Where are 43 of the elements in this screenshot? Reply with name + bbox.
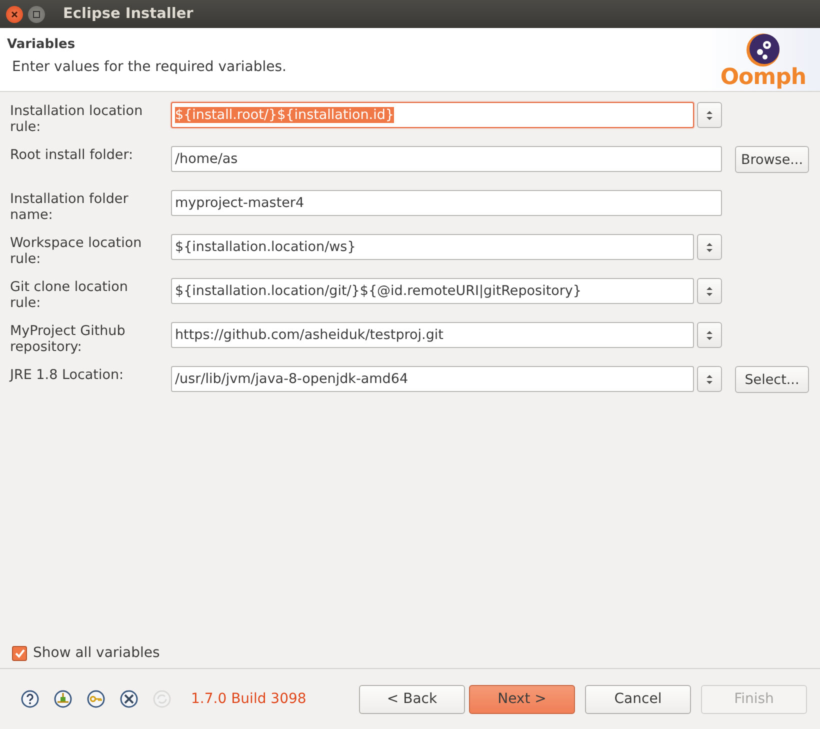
spinner-icon: [706, 110, 713, 120]
spinner-icon: [706, 242, 713, 252]
logo-text: Oomph: [720, 67, 806, 89]
field-label: MyProject Github repository:: [10, 322, 126, 355]
dropdown-button[interactable]: [697, 234, 722, 260]
input-field[interactable]: /usr/lib/jvm/java-8-openjdk-amd64: [171, 366, 694, 392]
input-field[interactable]: /home/as: [171, 146, 722, 172]
window-title: Eclipse Installer: [63, 6, 194, 22]
next-button[interactable]: Next >: [469, 684, 575, 714]
field-label: JRE 1.8 Location:: [10, 366, 125, 383]
browse-button[interactable]: Browse...: [735, 146, 809, 173]
dropdown-button[interactable]: [697, 102, 722, 128]
input-field[interactable]: ${installation.location/git/}${@id.remoteURI|gitRepository}: [171, 278, 694, 304]
dropdown-button[interactable]: [697, 322, 722, 348]
close-button[interactable]: [6, 6, 23, 22]
close-icon: [11, 10, 18, 18]
page-description: Enter values for the required variables.: [12, 59, 286, 75]
spinner-icon: [706, 286, 713, 296]
dropdown-button[interactable]: [697, 366, 722, 392]
checkbox-label: Show all variables: [33, 645, 160, 661]
help-icon[interactable]: [21, 690, 39, 708]
field-label: Workspace location rule:: [10, 234, 143, 267]
input-field[interactable]: ${installation.location/ws}: [171, 234, 694, 260]
input-field[interactable]: myproject-master4: [171, 190, 722, 216]
field-label: Installation location rule:: [10, 102, 144, 135]
network-icon[interactable]: [54, 690, 72, 708]
browse-button[interactable]: Select...: [735, 366, 809, 393]
version-text: 1.7.0 Build 3098: [191, 691, 306, 707]
field-label: Installation folder name:: [10, 190, 130, 223]
maximize-button[interactable]: [28, 6, 45, 22]
input-field[interactable]: https://github.com/asheiduk/testproj.git: [171, 322, 694, 348]
dropdown-button[interactable]: [697, 278, 722, 304]
page-title: Variables: [7, 37, 76, 52]
key-icon[interactable]: [87, 690, 105, 708]
checkbox[interactable]: [12, 646, 27, 660]
maximize-icon: [33, 10, 40, 18]
field-label: Root install folder:: [10, 146, 134, 163]
cancel-button[interactable]: Cancel: [585, 684, 691, 714]
gears-logo-icon: [745, 33, 782, 67]
field-label: Git clone location rule:: [10, 278, 129, 311]
spinner-icon: [706, 374, 713, 384]
back-button[interactable]: < Back: [359, 684, 465, 714]
spinner-icon: [706, 330, 713, 340]
